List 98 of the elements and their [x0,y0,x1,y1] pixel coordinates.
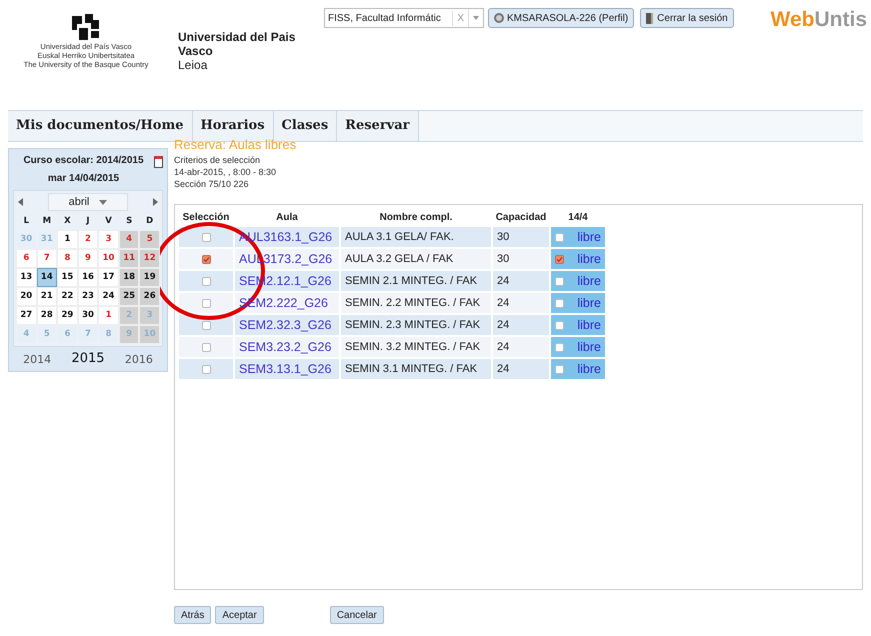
column-header: Selección [182,210,230,224]
calendar-day[interactable]: 15 [57,268,78,287]
table-cell: AULA 3.2 GELA / FAK [341,249,491,269]
table-cell: 24 [493,271,549,291]
checkbox[interactable] [555,364,564,374]
calendar-day[interactable]: 13 [16,268,37,287]
checkbox[interactable] [555,232,564,242]
calendar-day[interactable]: 25 [118,287,140,306]
calendar-day[interactable]: 27 [16,306,37,325]
profile-button[interactable]: KMSARASOLA-226 (Perfil) [488,8,634,28]
criteria-text: Sección 75/10 226 [174,178,250,190]
year-link[interactable]: 2016 [124,352,153,368]
column-header: Nombre compl. [378,210,454,224]
checkbox[interactable] [202,233,210,242]
nav-tab[interactable]: Reservar [337,111,418,141]
column-header: 14/4 [567,210,589,224]
checkbox[interactable] [202,255,210,264]
checkbox[interactable] [555,298,564,308]
calendar-day[interactable]: 1 [98,306,119,325]
table-cell: 24 [493,337,549,357]
table-cell: 24 [493,293,549,313]
calendar-day[interactable]: 2 [78,230,98,249]
next-month-arrow-icon[interactable] [153,198,158,206]
checkbox[interactable] [202,321,210,330]
table-cell: SEMIN 2.1 MINTEG. / FAK [341,271,491,291]
table-cell: AULA 3.1 GELA/ FAK. [341,227,491,247]
calendar-day[interactable]: 26 [139,287,160,306]
table-cell: 30 [493,227,549,247]
checkbox[interactable] [202,343,210,352]
select-value: FISS, Facultad Informátic [327,12,442,26]
column-header: Capacidad [494,210,548,224]
year-link[interactable]: 2014 [23,352,52,368]
weekday-label: S [125,215,134,228]
action-button[interactable]: Aceptar [215,606,264,624]
checkbox[interactable] [202,277,210,286]
weekday-label: M [42,215,52,228]
weekday-label: D [145,215,154,228]
table-cell: 30 [493,249,549,269]
month-select[interactable]: abril [48,193,128,211]
logout-button[interactable]: Cerrar la sesión [640,8,734,28]
calendar-day[interactable]: 9 [78,249,98,268]
calendar-icon[interactable] [154,156,163,168]
weekday-label: V [104,215,113,228]
criteria-text: 14-abr-2015, , 8:00 - 8:30 [174,166,278,178]
weekday-label: L [22,215,30,228]
calendar-day[interactable]: 20 [16,287,37,306]
previous-month-arrow-icon[interactable] [18,198,23,206]
checkbox[interactable] [202,299,210,308]
door-icon [646,12,654,24]
calendar-day[interactable]: 14 [36,268,58,287]
table-cell: 24 [493,315,549,335]
university-name: Universidad del Pais Vasco [178,30,296,58]
checkbox[interactable] [555,276,564,286]
action-button[interactable]: Cancelar [330,606,384,624]
caret-icon [99,200,108,204]
year-link[interactable]: 2015 [71,349,105,368]
calendar-day[interactable]: 16 [78,268,98,287]
calendar-day[interactable]: 21 [36,287,58,306]
nav-tab[interactable]: Mis documentos/Home [8,111,193,141]
current-date: mar 14/04/2015 [48,172,120,186]
action-button[interactable]: Atrás [174,606,212,624]
table-cell: SEMIN. 2.3 MINTEG. / FAK [341,315,491,335]
calendar-day[interactable]: 19 [139,268,160,287]
checkbox[interactable] [555,254,564,264]
weekday-label: X [63,215,72,228]
checkbox[interactable] [202,365,210,374]
calendar-day[interactable]: 1 [57,230,78,249]
criteria-text: Criterios de selección [174,154,262,166]
school-select[interactable]: FISS, Facultad Informátic X [324,8,484,28]
calendar-day[interactable]: 8 [57,249,78,268]
column-header: Aula [275,210,299,224]
table-cell: 24 [493,359,549,379]
calendar-day[interactable]: 28 [36,306,58,325]
calendar-day[interactable]: 3 [98,230,119,249]
school-year: Curso escolar: 2014/2015 [23,154,144,168]
calendar-day[interactable]: 24 [98,287,119,306]
webuntis-logo: WebUntis [770,7,868,33]
table-cell: SEMIN. 2.2 MINTEG. / FAK [341,293,491,313]
calendar-day[interactable]: 18 [118,268,140,287]
calendar-day[interactable]: 29 [57,306,78,325]
campus-name: Leioa [178,58,208,72]
nav-tab[interactable]: Clases [274,111,338,141]
calendar-day[interactable]: 10 [98,249,119,268]
table-cell: SEMIN 3.1 MINTEG. / FAK [341,359,491,379]
weekday-label: J [84,215,91,228]
calendar-day[interactable]: 17 [98,268,119,287]
nav-tab[interactable]: Horarios [192,111,274,141]
table-cell: SEMIN. 3.2 MINTEG. / FAK [341,337,491,357]
calendar-day[interactable]: 22 [57,287,78,306]
checkbox[interactable] [555,320,564,330]
calendar-day[interactable]: 7 [36,249,58,268]
calendar-day[interactable]: 6 [16,249,37,268]
page-title: Reserva: Aulas libres [174,138,298,150]
checkbox[interactable] [555,342,564,352]
calendar-day[interactable]: 23 [78,287,98,306]
caret-icon [473,16,479,20]
calendar-day[interactable]: 30 [78,306,98,325]
gear-icon [494,13,504,23]
